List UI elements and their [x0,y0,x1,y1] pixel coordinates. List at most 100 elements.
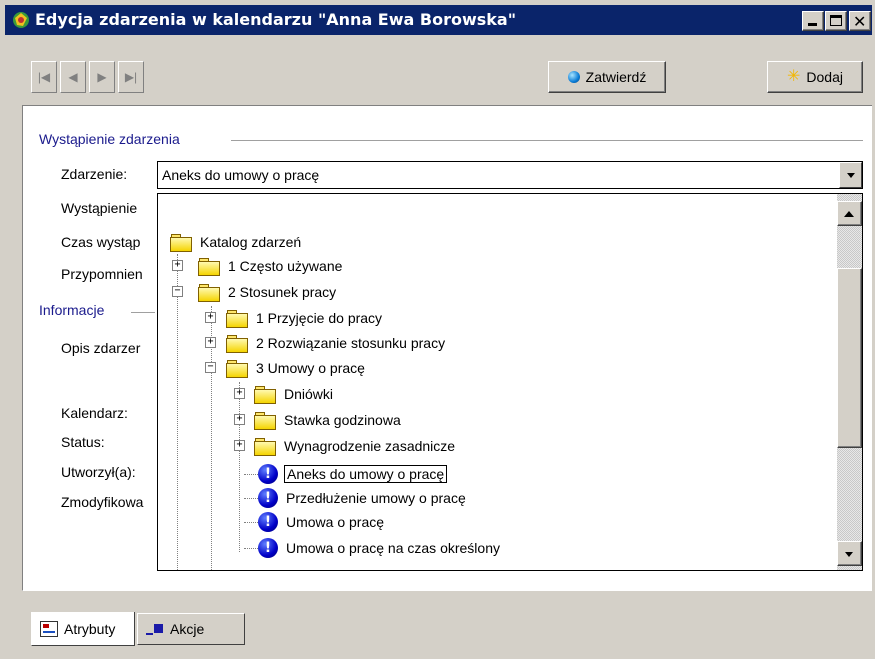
tree-line [244,498,258,499]
combo-dropdown-button[interactable] [839,162,862,188]
tab-atrybuty[interactable]: Atrybuty [31,612,135,646]
utworzyl-label: Utworzył(a): [61,464,136,480]
collapse-minus-icon[interactable]: − [205,362,216,373]
minimize-icon [808,23,817,26]
arrow-down-icon [845,552,853,557]
info-section-title: Informacje [39,302,105,318]
folder-icon [254,411,276,430]
actions-icon [146,622,164,636]
expand-plus-icon[interactable]: + [234,440,245,451]
event-edit-window: Edycja zdarzenia w kalendarzu "Anna Ewa … [0,0,875,659]
tree-item-label: Umowa o pracę [286,514,385,530]
expand-plus-icon[interactable]: + [205,312,216,323]
czas-label: Czas wystąp [61,234,141,250]
title-bar[interactable]: Edycja zdarzenia w kalendarzu "Anna Ewa … [5,5,872,35]
last-record-button[interactable]: ▶| [118,61,144,93]
tab-label: Akcje [170,621,205,637]
folder-icon [254,385,276,404]
minimize-button[interactable] [802,11,824,31]
confirm-button[interactable]: Zatwierdź [548,61,666,93]
exclamation-icon: ! [258,488,278,508]
exclamation-icon: ! [258,512,278,532]
status-label: Status: [61,434,105,450]
event-tree-dropdown[interactable]: Katalog zdarzeń + 1 Często używane − 2 S… [157,193,863,571]
first-record-button[interactable]: |◀ [31,61,57,93]
tree-item-label: Wynagrodzenie zasadnicze [284,438,456,454]
scroll-thumb[interactable] [837,268,862,448]
section-divider [231,140,863,142]
zdarzenie-combobox[interactable]: Aneks do umowy o pracę [157,161,863,189]
expand-plus-icon[interactable]: + [205,337,216,348]
tree-item-root[interactable]: Katalog zdarzeń [170,230,303,254]
tree-item[interactable]: Wynagrodzenie zasadnicze [254,434,457,458]
tab-akcje[interactable]: Akcje [137,613,245,645]
tree-item-label: 2 Stosunek pracy [228,284,337,300]
opis-label: Opis zdarzer [61,340,141,356]
tree-item-label: 2 Rozwiązanie stosunku pracy [256,335,446,351]
arrow-up-icon [844,211,854,217]
folder-icon [198,257,220,276]
tree-item-label: Aneks do umowy o pracę [284,465,448,483]
first-record-icon: |◀ [37,70,51,84]
tree-item-label: Katalog zdarzeń [200,234,302,250]
exclamation-icon: ! [258,464,278,484]
next-record-icon: ▶ [97,70,107,84]
confirm-label: Zatwierdź [585,69,647,85]
scroll-down-button[interactable] [837,541,862,566]
tree-item-label: Umowa o pracę na czas określony [286,540,500,556]
tree-item-label: 3 Umowy o pracę [256,360,365,376]
previous-record-button[interactable]: ◀ [60,61,86,93]
maximize-icon [830,15,842,26]
tree-item[interactable]: 2 Rozwiązanie stosunku pracy [226,331,447,355]
tree-item-label: Przedłużenie umowy o pracę [286,490,466,506]
tree-item[interactable]: ! Umowa o pracę na czas określony [258,536,502,560]
folder-icon [226,334,248,353]
window-title: Edycja zdarzenia w kalendarzu "Anna Ewa … [35,10,517,29]
add-star-icon: ✳ [787,68,801,85]
tree-line [239,382,240,552]
confirm-dot-icon [567,71,580,83]
folder-icon [226,309,248,328]
close-button[interactable]: ✕ [849,11,871,31]
add-label: Dodaj [806,69,843,85]
tree-item[interactable]: 1 Przyjęcie do pracy [226,306,384,330]
tree-item[interactable]: Dniówki [254,382,335,406]
tree-item-label: Dniówki [284,386,334,402]
scroll-up-button[interactable] [837,201,862,226]
tree-item[interactable]: ! Przedłużenie umowy o pracę [258,486,468,510]
occurrence-section-title: Wystąpienie zdarzenia [39,131,188,147]
tree-item-selected[interactable]: ! Aneks do umowy o pracę [258,462,448,486]
add-button[interactable]: ✳ Dodaj [767,61,863,93]
attributes-icon [40,620,58,637]
last-record-icon: ▶| [124,70,138,84]
chevron-down-icon [847,173,855,178]
folder-icon [254,437,276,456]
close-icon: ✕ [853,12,867,31]
tree-item-label: 1 Często używane [228,258,343,274]
previous-record-icon: ◀ [68,70,78,84]
expand-plus-icon[interactable]: + [172,260,183,271]
tree-item[interactable]: 3 Umowy o pracę [226,356,367,380]
przypomnienie-label: Przypomnien [61,266,143,282]
collapse-minus-icon[interactable]: − [172,286,183,297]
calendar-app-icon [13,12,29,28]
zmodyfikowal-label: Zmodyfikowa [61,494,144,510]
maximize-button[interactable] [825,11,847,31]
tree-item[interactable]: Stawka godzinowa [254,408,403,432]
folder-icon [170,233,192,252]
zdarzenie-label: Zdarzenie: [61,166,128,182]
kalendarz-label: Kalendarz: [61,405,128,421]
next-record-button[interactable]: ▶ [89,61,115,93]
zdarzenie-value: Aneks do umowy o pracę [162,167,320,183]
folder-open-icon [226,359,248,378]
wystapienie-label: Wystąpienie [61,200,138,216]
exclamation-icon: ! [258,538,278,558]
tree-item[interactable]: ! Umowa o pracę [258,510,386,534]
tree-scrollbar[interactable] [837,194,862,570]
tree-item[interactable]: 2 Stosunek pracy [198,280,338,304]
info-divider [131,312,155,314]
tree-item[interactable]: 1 Często używane [198,254,344,278]
expand-plus-icon[interactable]: + [234,388,245,399]
expand-plus-icon[interactable]: + [234,414,245,425]
tree-line [177,254,178,570]
